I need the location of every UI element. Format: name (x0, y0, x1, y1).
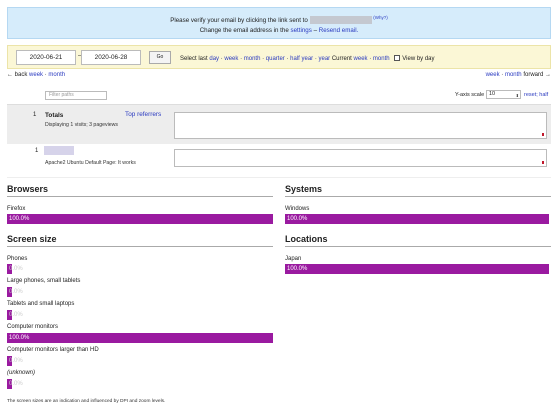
totals-title: Totals (45, 112, 64, 119)
path-row[interactable]: 1 Apache2 Ubuntu Default Page: It works (7, 144, 551, 178)
screen-size-footnote: The screen sizes are an indication and i… (7, 399, 166, 404)
screen-item-name: (unknown) (7, 370, 36, 376)
screen-item-bar[interactable]: 0.0% (7, 264, 23, 274)
current-label: Current (331, 56, 352, 62)
back-month-link[interactable]: month (48, 72, 65, 78)
chart-bar (542, 161, 544, 164)
screen-item-bar[interactable]: 0.0% (7, 287, 23, 297)
forward-arrow-icon: → (545, 72, 551, 78)
screen-item-name: Phones (7, 256, 28, 262)
filter-paths-input[interactable]: Filter paths (45, 91, 107, 100)
systems-heading: Systems (285, 184, 551, 197)
view-by-day-label: View by day (402, 56, 435, 62)
forward-week-link[interactable]: week (486, 72, 500, 78)
view-by-day-checkbox[interactable] (394, 55, 401, 61)
notice-dash: – (311, 27, 319, 35)
screen-item-name: Computer monitors larger than HD (7, 347, 99, 353)
browser-name: Firefox (7, 206, 26, 212)
screen-item-name: Tablets and small laptops (7, 301, 75, 307)
totals-subtitle: Displaying 1 visits; 3 pageviews (45, 122, 118, 128)
last-month-link[interactable]: month (244, 56, 261, 62)
last-day-link[interactable]: day (209, 56, 219, 62)
location-bar[interactable]: 100.0% (285, 264, 549, 274)
last-week-link[interactable]: week (224, 56, 238, 62)
totals-row: 1 Totals Displaying 1 visits; 3 pageview… (7, 104, 551, 144)
screen-size-heading: Screen size (7, 234, 273, 247)
back-nav: ← back week · month (7, 72, 65, 78)
end-date-input[interactable]: 2020-06-28 (81, 50, 141, 65)
reset-scale-link[interactable]: reset; half (524, 92, 548, 98)
email-verify-notice: Please verify your email by clicking the… (7, 7, 551, 39)
system-bar[interactable]: 100.0% (285, 214, 549, 224)
select-last-label: Select last (180, 56, 208, 62)
why-link[interactable]: (Why?) (373, 15, 388, 20)
screen-item-bar[interactable]: 100.0% (7, 333, 273, 343)
path-title: Apache2 Ubuntu Default Page: It works (45, 160, 136, 166)
screen-item-bar[interactable]: 0.0% (7, 379, 23, 389)
notice-line-2: Change the email address in the settings… (8, 26, 550, 36)
notice-line-1: Please verify your email by clicking the… (8, 13, 550, 26)
top-referrers-link[interactable]: Top referrers (125, 111, 161, 118)
chart-bar (542, 133, 544, 136)
locations-heading: Locations (285, 234, 551, 247)
settings-link[interactable]: settings (291, 27, 312, 34)
last-quarter-link[interactable]: quarter (266, 56, 285, 62)
forward-label: forward (523, 72, 544, 78)
select-range: Select last day · week · month · quarter… (180, 55, 435, 62)
start-date-input[interactable]: 2020-06-21 (16, 50, 76, 65)
resend-email-link[interactable]: Resend email. (319, 27, 359, 34)
screen-item-bar[interactable]: 0.0% (7, 310, 23, 320)
redacted-email (309, 16, 372, 25)
notice-text-2: Change the email address in the (199, 27, 289, 35)
browser-bar[interactable]: 100.0% (7, 214, 273, 224)
totals-count: 1 (33, 112, 37, 118)
last-half-year-link[interactable]: half year (290, 56, 313, 62)
go-button[interactable]: Go (149, 51, 171, 64)
y-axis-scale-label: Y-axis scale (455, 92, 485, 98)
back-label: back (14, 72, 28, 78)
path-count: 1 (35, 148, 39, 154)
redacted-path (44, 146, 74, 155)
forward-month-link[interactable]: month (505, 72, 522, 78)
y-axis-scale-value: 10 (489, 91, 496, 97)
location-name: Japan (285, 256, 302, 262)
back-arrow-icon: ← (7, 72, 13, 78)
y-axis-scale-input[interactable]: 10 ⬍ (486, 90, 521, 99)
spinner-icon[interactable]: ⬍ (516, 92, 519, 99)
current-week-link[interactable]: week (354, 56, 368, 62)
system-name: Windows (285, 206, 310, 212)
notice-text: Please verify your email by clicking the… (170, 17, 308, 25)
forward-nav: week · month forward → (486, 72, 551, 78)
screen-item-name: Computer monitors (7, 324, 59, 330)
back-week-link[interactable]: week (29, 72, 43, 78)
totals-chart (174, 112, 547, 139)
date-range-bar: 2020-06-21 – 2020-06-28 Go Select last d… (7, 45, 551, 69)
last-year-link[interactable]: year (319, 56, 331, 62)
screen-item-bar[interactable]: 0.0% (7, 356, 23, 366)
current-month-link[interactable]: month (373, 56, 390, 62)
browsers-heading: Browsers (7, 184, 273, 197)
screen-item-name: Large phones, small tablets (7, 278, 81, 284)
path-chart (174, 149, 547, 167)
